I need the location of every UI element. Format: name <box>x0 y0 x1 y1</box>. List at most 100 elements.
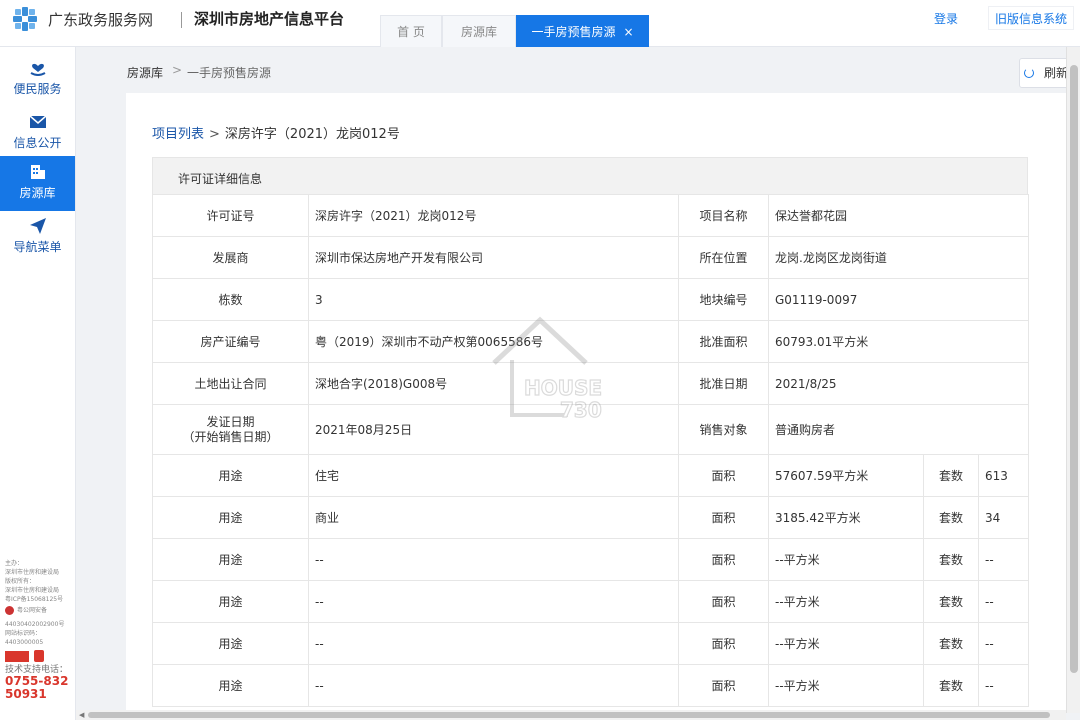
area-value: --平方米 <box>768 622 924 665</box>
refresh-icon <box>1024 68 1034 78</box>
sidebar-item-label: 导航菜单 <box>13 240 62 254</box>
table-row: 用途 -- 面积 --平方米 套数 -- <box>152 622 1030 665</box>
gov-error-report-icon[interactable] <box>5 650 29 662</box>
sales-target-value: 普通购房者 <box>767 404 1030 455</box>
units-value: -- <box>977 580 1030 623</box>
units-label: 套数 <box>923 622 979 665</box>
login-link[interactable]: 登录 <box>934 10 958 27</box>
sidebar-item-services[interactable]: 便民服务 <box>0 52 75 107</box>
approval-date-value: 2021/8/25 <box>767 362 1030 405</box>
footer-icp[interactable]: 粤ICP备15068125号 <box>5 595 73 604</box>
units-label: 套数 <box>923 454 979 497</box>
permit-detail-table: 许可证号 深房许字（2021）龙岗012号 项目名称 保达誉都花园 发展商 深圳… <box>152 194 1030 707</box>
area-label: 面积 <box>678 538 769 581</box>
area-label: 面积 <box>678 664 769 707</box>
parcel-value: G01119-0097 <box>767 278 1030 321</box>
vertical-scroll-thumb[interactable] <box>1070 65 1078 673</box>
breadcrumb-separator: > <box>172 63 183 77</box>
project-list-link[interactable]: 项目列表 <box>152 127 204 142</box>
old-system-button[interactable]: 旧版信息系统 <box>988 6 1075 30</box>
footer-site-code-label: 网站标识码： <box>5 630 42 637</box>
footer-site-code: 4403000005 <box>5 639 44 646</box>
approved-area-label: 批准面积 <box>678 320 769 363</box>
tab-home[interactable]: 首 页 <box>380 15 442 47</box>
parcel-label: 地块编号 <box>678 278 769 321</box>
sidebar: 便民服务 信息公开 房源库 导航菜单 主办： 深圳市住房和建设局 版权所有： 深… <box>0 47 76 720</box>
buildings-label: 栋数 <box>152 278 309 321</box>
location-label: 所在位置 <box>678 236 769 279</box>
approved-area-value: 60793.01平方米 <box>767 320 1030 363</box>
table-row: 用途 -- 面积 --平方米 套数 -- <box>152 664 1030 707</box>
units-label: 套数 <box>923 538 979 581</box>
area-label: 面积 <box>678 622 769 665</box>
area-value: --平方米 <box>768 580 924 623</box>
developer-label: 发展商 <box>152 236 309 279</box>
sub-breadcrumb: 项目列表 > 深房许字（2021）龙岗012号 <box>152 123 400 142</box>
tab-presale[interactable]: 一手房预售房源 × <box>516 15 649 47</box>
project-name-label: 项目名称 <box>678 194 769 237</box>
area-value: --平方米 <box>768 664 924 707</box>
usage-label: 用途 <box>152 622 309 665</box>
table-title: 许可证详细信息 <box>178 172 263 186</box>
area-label: 面积 <box>678 580 769 623</box>
area-label: 面积 <box>678 496 769 539</box>
permit-no-value: 深房许字（2021）龙岗012号 <box>308 194 679 237</box>
vertical-scrollbar[interactable] <box>1066 47 1080 713</box>
usage-label: 用途 <box>152 496 309 539</box>
sidebar-item-listings[interactable]: 房源库 <box>0 156 75 211</box>
cert-label: 房产证编号 <box>152 320 309 363</box>
issue-date-label: 发证日期 （开始销售日期） <box>152 404 309 455</box>
units-label: 套数 <box>923 664 979 707</box>
refresh-label: 刷新 <box>1044 66 1069 80</box>
units-label: 套数 <box>923 496 979 539</box>
footer-gov-badges <box>5 650 73 664</box>
sidebar-item-label: 便民服务 <box>13 82 62 96</box>
breadcrumb-root[interactable]: 房源库 <box>127 64 163 81</box>
table-row: 用途 -- 面积 --平方米 套数 -- <box>152 538 1030 581</box>
usage-label: 用途 <box>152 454 309 497</box>
scroll-left-arrow-icon[interactable]: ◀ <box>79 711 84 719</box>
tech-support-phone-cont: 50931 <box>5 687 47 701</box>
sidebar-item-label: 房源库 <box>19 186 56 200</box>
issue-date-label-line2: （开始销售日期） <box>182 429 279 444</box>
platform-name[interactable]: 深圳市房地产信息平台 <box>194 8 344 29</box>
tab-presale-label: 一手房预售房源 <box>531 25 616 39</box>
usage-value: -- <box>308 664 679 707</box>
footer-copyright-label: 版权所有： <box>5 578 36 585</box>
usage-label: 用途 <box>152 664 309 707</box>
breadcrumb: 房源库 > 一手房预售房源 <box>76 47 1066 94</box>
horizontal-scrollbar[interactable]: ◀ <box>76 710 1066 720</box>
permit-no-label: 许可证号 <box>152 194 309 237</box>
refresh-button[interactable]: 刷新 <box>1019 58 1069 88</box>
footer-police-row[interactable]: 粤公网安备 <box>5 606 73 618</box>
party-gov-icon[interactable] <box>34 650 44 662</box>
footer-host: 深圳市住房和建设局 <box>5 569 60 576</box>
sidebar-footer: 主办： 深圳市住房和建设局 版权所有： 深圳市住房和建设局 粤ICP备15068… <box>5 559 73 701</box>
sidebar-item-disclosure[interactable]: 信息公开 <box>0 106 75 161</box>
land-contract-label: 土地出让合同 <box>152 362 309 405</box>
gov-site-name[interactable]: 广东政务服务网 <box>48 9 153 30</box>
developer-value: 深圳市保达房地产开发有限公司 <box>308 236 679 279</box>
building-icon <box>30 165 45 179</box>
table-row: 用途 住宅 面积 57607.59平方米 套数 613 <box>152 454 1030 497</box>
units-value: -- <box>977 538 1030 581</box>
send-icon <box>29 218 46 234</box>
usage-value: -- <box>308 538 679 581</box>
gov-logo-icon[interactable] <box>12 6 38 32</box>
sales-target-label: 销售对象 <box>678 404 769 455</box>
sub-breadcrumb-arrow: > <box>209 127 220 142</box>
area-value: --平方米 <box>768 538 924 581</box>
location-value: 龙岗.龙岗区龙岗街道 <box>767 236 1030 279</box>
breadcrumb-current: 一手房预售房源 <box>187 66 272 80</box>
horizontal-scroll-thumb[interactable] <box>88 712 1050 718</box>
area-label: 面积 <box>678 454 769 497</box>
units-value: 613 <box>977 454 1030 497</box>
table-row: 发展商 深圳市保达房地产开发有限公司 所在位置 龙岗.龙岗区龙岗街道 <box>152 236 1030 279</box>
tab-close-icon[interactable]: × <box>623 25 633 39</box>
footer-host-label: 主办： <box>5 560 24 567</box>
header-divider <box>181 12 182 28</box>
usage-label: 用途 <box>152 538 309 581</box>
units-value: 34 <box>977 496 1030 539</box>
tab-listings[interactable]: 房源库 <box>442 15 516 47</box>
sidebar-item-nav-menu[interactable]: 导航菜单 <box>0 210 75 265</box>
